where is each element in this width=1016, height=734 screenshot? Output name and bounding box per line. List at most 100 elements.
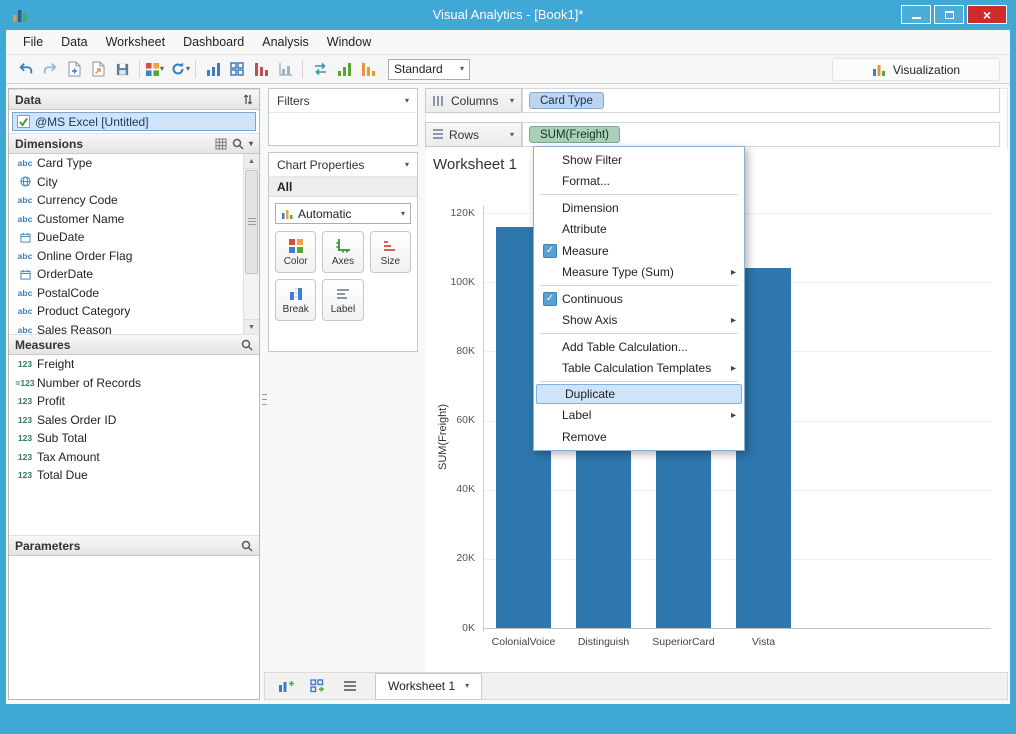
redo-button[interactable] <box>38 58 62 80</box>
worksheet-tab[interactable]: Worksheet 1 ▾ <box>375 672 483 700</box>
menu-dashboard[interactable]: Dashboard <box>174 32 253 52</box>
dimension-currency-code[interactable]: abc Currency Code <box>9 191 259 210</box>
axes-bars-button[interactable] <box>273 58 297 80</box>
dimension-card-type[interactable]: abc Card Type <box>9 154 259 173</box>
ascending-bars-button[interactable] <box>201 58 225 80</box>
menu-worksheet[interactable]: Worksheet <box>97 32 175 52</box>
axes-button[interactable]: Axes <box>322 231 364 273</box>
dimension-orderdate[interactable]: OrderDate <box>9 265 259 284</box>
menu-item-label[interactable]: Label ▸ <box>534 405 744 427</box>
toolbar-separator <box>139 60 140 78</box>
measure-sub-total[interactable]: 123 Sub Total <box>9 429 259 448</box>
y-tick-label: 80K <box>456 344 475 357</box>
color-icon <box>288 238 303 253</box>
menu-analysis[interactable]: Analysis <box>253 32 318 52</box>
menu-item-attribute[interactable]: Attribute <box>534 219 744 241</box>
swap-data-source-icon[interactable] <box>243 93 253 106</box>
scroll-down-icon[interactable]: ▼ <box>244 319 259 334</box>
chart-properties-header[interactable]: Chart Properties ▾ <box>269 153 417 177</box>
dropdown-caret-icon: ▾ <box>400 208 405 218</box>
label-button[interactable]: Label <box>322 279 364 321</box>
measure-number-of-records[interactable]: =123 Number of Records <box>9 374 259 393</box>
menu-item-table-calculation-templates[interactable]: Table Calculation Templates ▸ <box>534 358 744 380</box>
pill-sum-freight[interactable]: SUM(Freight) <box>529 126 621 143</box>
minimize-button[interactable] <box>901 5 931 24</box>
descending-bars-button[interactable] <box>249 58 273 80</box>
abc-icon: abc <box>17 250 33 261</box>
dimension-online-order-flag[interactable]: abc Online Order Flag <box>9 247 259 266</box>
search-icon[interactable] <box>232 138 244 150</box>
globe-icon <box>19 176 31 187</box>
visualization-icon <box>872 64 885 76</box>
new-worksheet-button[interactable] <box>275 679 297 693</box>
search-icon[interactable] <box>241 540 253 552</box>
filters-header[interactable]: Filters ▾ <box>269 89 417 113</box>
view-mode-select[interactable]: Standard ▾ <box>388 58 471 80</box>
undo-button[interactable] <box>14 58 38 80</box>
new-workbook-icon <box>68 61 80 77</box>
dropdown-caret-icon[interactable]: ▾ <box>249 139 253 148</box>
refresh-icon <box>172 62 184 75</box>
menu-item-duplicate[interactable]: Duplicate <box>536 384 742 404</box>
menu-file[interactable]: File <box>14 32 52 52</box>
open-button[interactable] <box>86 58 110 80</box>
menu-item-remove[interactable]: Remove <box>534 426 744 448</box>
dimension-product-category[interactable]: abc Product Category <box>9 302 259 321</box>
break-button[interactable]: Break <box>275 279 317 321</box>
new-dashboard-button[interactable] <box>307 679 329 693</box>
sort-ascending-button[interactable] <box>332 58 356 80</box>
sort-descending-button[interactable] <box>356 58 380 80</box>
menu-item-continuous[interactable]: ✓ Continuous <box>534 288 744 310</box>
menu-item-show-filter[interactable]: Show Filter <box>534 149 744 171</box>
pill-card-type[interactable]: Card Type <box>529 92 604 109</box>
measure-total-due[interactable]: 123 Total Due <box>9 466 259 485</box>
save-button[interactable] <box>110 58 134 80</box>
maximize-button[interactable] <box>934 5 964 24</box>
rows-shelf[interactable]: SUM(Freight) <box>522 122 1000 147</box>
pill-context-menu: Show Filter Format... Dimension Attribute ✓ M… <box>533 146 745 451</box>
close-button[interactable]: × <box>967 5 1007 24</box>
new-workbook-button[interactable] <box>62 58 86 80</box>
data-source-item[interactable]: @MS Excel [Untitled] <box>12 112 256 131</box>
measure-profit[interactable]: 123 Profit <box>9 392 259 411</box>
rows-shelf-label[interactable]: Rows ▾ <box>425 122 522 147</box>
panel-splitter-handle[interactable] <box>260 376 268 422</box>
menu-item-show-axis[interactable]: Show Axis ▸ <box>534 310 744 332</box>
scrollbar-thumb[interactable] <box>245 170 258 274</box>
menu-item-measure[interactable]: ✓ Measure <box>534 240 744 262</box>
visualization-button[interactable]: Visualization <box>832 58 1000 81</box>
view-data-table-icon[interactable] <box>215 138 227 150</box>
dimension-duedate[interactable]: DueDate <box>9 228 259 247</box>
columns-shelf-label[interactable]: Columns ▾ <box>425 88 522 113</box>
dimension-postalcode[interactable]: abc PostalCode <box>9 284 259 303</box>
measure-sales-order-id[interactable]: 123 Sales Order ID <box>9 411 259 430</box>
menu-window[interactable]: Window <box>318 32 380 52</box>
columns-shelf[interactable]: Card Type <box>522 88 1000 113</box>
calendar-icon <box>19 269 31 280</box>
menu-data[interactable]: Data <box>52 32 96 52</box>
search-icon[interactable] <box>241 339 253 351</box>
format-workbook-button[interactable]: ▾ <box>145 62 164 77</box>
sheet-sorter-button[interactable] <box>339 680 361 692</box>
label-icon <box>336 288 349 299</box>
refresh-data-button[interactable]: ▾ <box>170 61 190 77</box>
dimensions-scrollbar[interactable]: ▲ ▼ <box>243 154 259 334</box>
measure-tax-amount[interactable]: 123 Tax Amount <box>9 448 259 467</box>
dimension-city[interactable]: City <box>9 173 259 192</box>
dimension-sales-reason[interactable]: abc Sales Reason <box>9 321 259 334</box>
swap-axes-button[interactable] <box>308 58 332 80</box>
menu-item-measure-type-sum[interactable]: Measure Type (Sum) ▸ <box>534 262 744 284</box>
menu-item-add-table-calculation[interactable]: Add Table Calculation... <box>534 336 744 358</box>
measure-freight[interactable]: 123 Freight <box>9 355 259 374</box>
mark-type-value: Automatic <box>298 206 352 221</box>
menu-item-format[interactable]: Format... <box>534 171 744 193</box>
dimension-customer-name[interactable]: abc Customer Name <box>9 210 259 229</box>
size-button[interactable]: Size <box>369 231 411 273</box>
scroll-up-icon[interactable]: ▲ <box>244 154 259 169</box>
mark-type-icon <box>282 209 293 219</box>
color-button[interactable]: Color <box>275 231 317 273</box>
menu-item-dimension[interactable]: Dimension <box>534 197 744 219</box>
grid-view-button[interactable] <box>225 58 249 80</box>
mark-type-select[interactable]: Automatic ▾ <box>275 203 411 224</box>
minimize-icon <box>911 17 921 19</box>
